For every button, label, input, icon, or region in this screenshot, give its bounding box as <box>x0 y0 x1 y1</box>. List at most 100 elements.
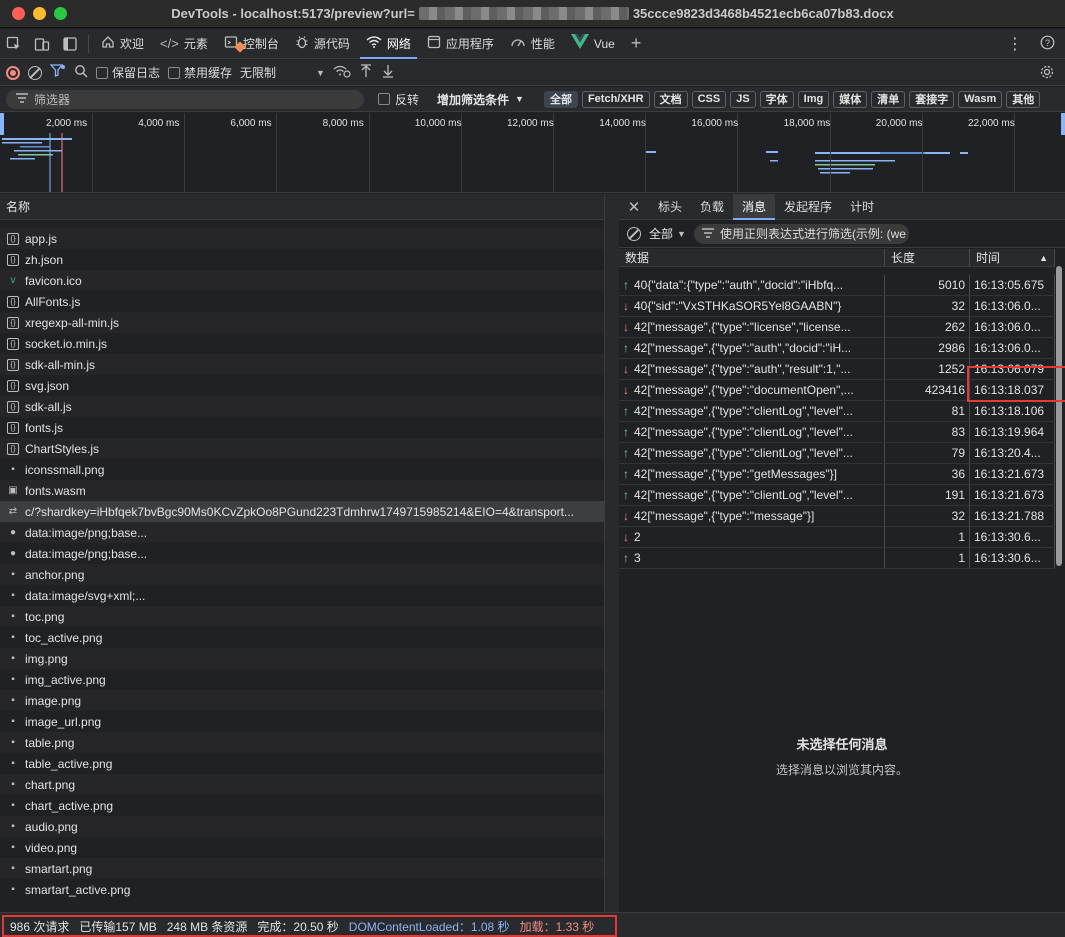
import-har-icon[interactable] <box>359 64 373 81</box>
request-row[interactable]: ▪ table_active.png <box>0 753 604 774</box>
messages-scrollbar[interactable] <box>1056 266 1062 566</box>
request-row[interactable]: {} sdk-all-min.js <box>0 354 604 375</box>
tab-vue[interactable]: Vue <box>563 29 623 59</box>
request-row[interactable]: {} AllFonts.js <box>0 291 604 312</box>
gear-icon[interactable] <box>1039 64 1055 84</box>
tab-sources[interactable]: 源代码 <box>287 29 358 59</box>
tab-initiator[interactable]: 发起程序 <box>775 194 841 220</box>
more-filters-dropdown[interactable]: 增加筛选条件 ▼ <box>437 91 524 108</box>
dock-sidebar-icon[interactable] <box>56 29 84 59</box>
request-row[interactable]: {} socket.io.min.js <box>0 333 604 354</box>
help-icon[interactable]: ? <box>1040 35 1055 53</box>
message-row[interactable]: ↓ 42["message",{"type":"message"}] 32 16:13… <box>619 506 1055 527</box>
time-column-header[interactable]: 时间 ▲ <box>970 249 1055 266</box>
request-row[interactable]: ▪ smartart_active.png <box>0 879 604 900</box>
network-conditions-icon[interactable] <box>333 64 351 81</box>
request-row[interactable]: ▪ data:image/svg+xml;... <box>0 585 604 606</box>
throttle-select[interactable]: 无限制 ▼ <box>240 64 325 81</box>
request-row[interactable]: ▪ chart.png <box>0 774 604 795</box>
filter-chip[interactable]: 文档 <box>653 90 688 108</box>
filter-chip[interactable]: Wasm <box>958 90 1003 108</box>
request-row[interactable]: ▪ table.png <box>0 732 604 753</box>
request-row[interactable]: ● data:image/png;base... <box>0 543 604 564</box>
request-row[interactable]: {} svg.json <box>0 375 604 396</box>
tab-console[interactable]: 控制台 <box>216 29 287 59</box>
request-row[interactable]: {} xregexp-all-min.js <box>0 312 604 333</box>
request-row[interactable]: {} zh.json <box>0 249 604 270</box>
request-row[interactable]: ▪ toc.png <box>0 606 604 627</box>
disable-cache-checkbox-box[interactable] <box>168 66 181 79</box>
clear-log-button[interactable] <box>28 65 42 80</box>
message-row[interactable]: ↑ 42["message",{"type":"clientLog","level… <box>619 422 1055 443</box>
search-icon[interactable] <box>74 64 88 81</box>
request-row[interactable]: ▪ video.png <box>0 837 604 858</box>
message-row[interactable]: ↑ 42["message",{"type":"getMessages"}] 36 1… <box>619 464 1055 485</box>
length-column-header[interactable]: 长度 <box>885 249 970 266</box>
network-overview-timeline[interactable]: 2,000 ms 4,000 ms 6,000 ms 8,000 ms 10,000 m… <box>0 113 1065 193</box>
invert-checkbox[interactable]: 反转 <box>378 91 419 108</box>
request-row[interactable]: ▪ audio.png <box>0 816 604 837</box>
tab-performance[interactable]: 性能 <box>502 29 563 59</box>
filter-chip[interactable]: 套接字 <box>909 90 955 108</box>
tab-network[interactable]: 网络 <box>358 29 419 59</box>
tab-application[interactable]: 应用程序 <box>419 29 502 59</box>
message-type-select[interactable]: 全部 ▼ <box>649 225 686 242</box>
invert-checkbox-box[interactable] <box>378 93 390 105</box>
filter-chip[interactable]: JS <box>730 90 756 108</box>
request-row[interactable]: ▪ toc_active.png <box>0 627 604 648</box>
request-row[interactable]: ▪ image.png <box>0 690 604 711</box>
filter-funnel-icon[interactable] <box>49 64 66 81</box>
request-row[interactable]: ▪ chart_active.png <box>0 795 604 816</box>
message-row[interactable]: ↓ 42["message",{"type":"license","license… <box>619 317 1055 338</box>
filter-chip[interactable]: 字体 <box>759 90 794 108</box>
message-filter-input[interactable]: 使用正则表达式进行筛选(示例: (we <box>693 223 909 244</box>
message-row[interactable]: ↑ 42["message",{"type":"auth","docid":"iH… <box>619 338 1055 359</box>
message-row[interactable]: ↑ 42["message",{"type":"clientLog","level… <box>619 485 1055 506</box>
data-column-header[interactable]: 数据 <box>619 249 885 266</box>
request-row[interactable]: ▪ anchor.png <box>0 564 604 585</box>
tab-messages[interactable]: 消息 <box>733 194 776 220</box>
filter-chip[interactable]: 清单 <box>871 90 906 108</box>
filter-chip[interactable]: Fetch/XHR <box>581 90 650 108</box>
request-row[interactable]: {} ChartStyles.js <box>0 438 604 459</box>
device-toolbar-icon[interactable] <box>28 29 56 59</box>
request-row[interactable]: ▪ image_url.png <box>0 711 604 732</box>
request-row[interactable]: {} sdk-all.js <box>0 396 604 417</box>
filter-input[interactable]: 筛选器 <box>6 89 364 109</box>
tab-welcome[interactable]: 欢迎 <box>93 29 152 59</box>
message-row[interactable]: ↓ 40{"sid":"VxSTHKaSOR5Yel8GAABN"} 32 16:13… <box>619 296 1055 317</box>
filter-chip[interactable]: CSS <box>691 90 727 108</box>
message-row[interactable]: ↑ 42["message",{"type":"clientLog","level… <box>619 443 1055 464</box>
more-options-icon[interactable]: ⋮ <box>1007 34 1024 54</box>
request-row[interactable]: {} fonts.js <box>0 417 604 438</box>
request-row[interactable]: ▪ img.png <box>0 648 604 669</box>
message-row[interactable]: ↑ 3 1 16:13:30.6... <box>619 548 1055 569</box>
request-row[interactable]: v favicon.ico <box>0 270 604 291</box>
name-column-header[interactable]: 名称 <box>0 194 604 220</box>
preserve-log-checkbox-box[interactable] <box>96 66 108 79</box>
preserve-log-checkbox[interactable]: 保留日志 <box>96 64 160 81</box>
disable-cache-checkbox[interactable]: 禁用缓存 <box>168 64 232 81</box>
request-row[interactable]: ▣ fonts.wasm <box>0 480 604 501</box>
filter-chip[interactable]: 其他 <box>1006 90 1041 108</box>
filter-chip[interactable]: Img <box>797 90 830 108</box>
request-row[interactable]: ▪ smartart.png <box>0 858 604 879</box>
tab-headers[interactable]: 标头 <box>649 194 691 220</box>
request-row[interactable]: {} app.js <box>0 228 604 249</box>
request-row[interactable]: ▪ iconssmall.png <box>0 459 604 480</box>
tab-payload[interactable]: 负载 <box>691 194 733 220</box>
panel-splitter[interactable] <box>605 194 619 912</box>
request-row[interactable]: ● data:image/png;base... <box>0 522 604 543</box>
clear-messages-button[interactable] <box>627 226 641 241</box>
inspect-element-icon[interactable] <box>0 29 28 59</box>
message-row[interactable]: ↓ 2 1 16:13:30.6... <box>619 527 1055 548</box>
filter-chip[interactable]: 媒体 <box>833 90 868 108</box>
filter-chip[interactable]: 全部 <box>543 90 578 108</box>
minimize-window-button[interactable] <box>33 7 46 20</box>
close-window-button[interactable] <box>12 7 25 20</box>
request-row[interactable]: ▪ img_active.png <box>0 669 604 690</box>
tab-timing[interactable]: 计时 <box>841 194 883 220</box>
tab-elements[interactable]: </> 元素 <box>152 29 216 59</box>
export-har-icon[interactable] <box>381 64 395 81</box>
zoom-window-button[interactable] <box>54 7 67 20</box>
